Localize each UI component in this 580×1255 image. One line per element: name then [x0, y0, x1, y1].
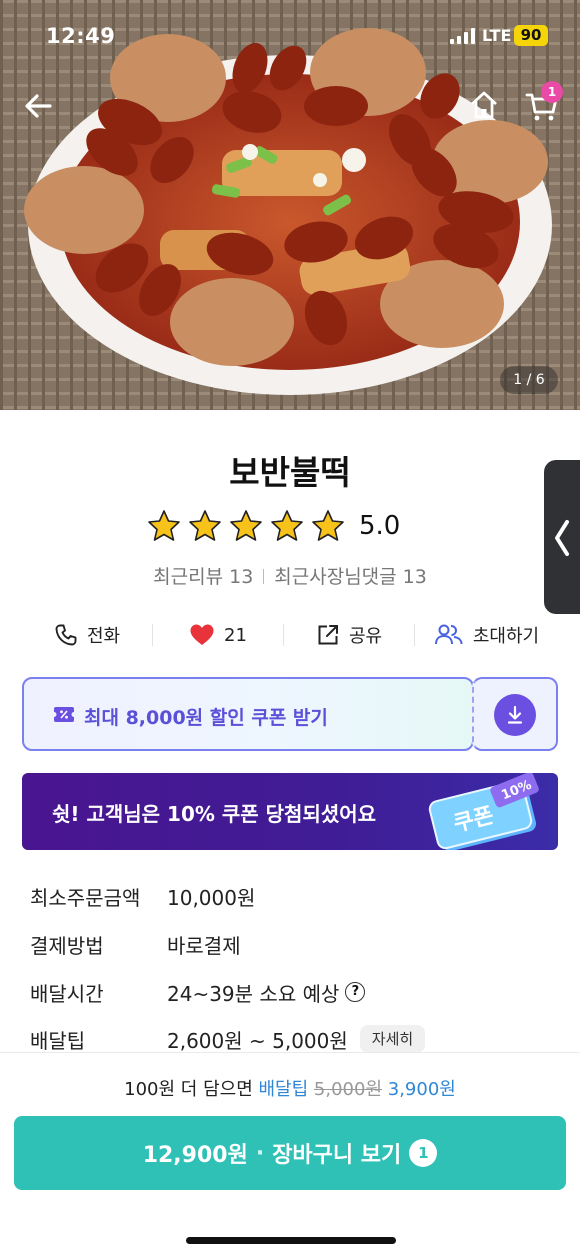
info-row-min-order: 최소주문금액 10,000원 — [30, 879, 255, 913]
download-circle — [494, 694, 536, 736]
home-indicator[interactable] — [186, 1237, 396, 1244]
divider — [263, 569, 265, 584]
cart-badge: 1 — [541, 81, 563, 103]
cart-label: 장바구니 보기 — [272, 1143, 402, 1168]
coupon-download-button[interactable] — [472, 677, 558, 751]
coupon-ticket-icon — [53, 707, 75, 722]
call-label: 전화 — [86, 626, 121, 647]
payment-value: 바로결제 — [167, 933, 241, 958]
info-row-payment: 결제방법 바로결제 — [30, 927, 241, 961]
action-bar: 전화 21 공유 초대하기 — [22, 612, 558, 658]
delivery-tip-hint: 100원 더 담으면 배달팁 5,000원 3,900원 — [0, 1075, 580, 1101]
back-arrow-icon[interactable] — [22, 90, 54, 122]
photo-counter: 1 / 6 — [500, 366, 558, 394]
star-icon — [148, 510, 180, 541]
coupon-illustration: 쿠폰 10% — [428, 773, 539, 850]
share-label: 공유 — [348, 626, 383, 647]
status-bar: 12:49 LTE 90 — [0, 0, 580, 70]
separator-dot: · — [255, 1140, 265, 1166]
share-button[interactable]: 공유 — [284, 612, 414, 658]
like-button[interactable]: 21 — [153, 612, 283, 658]
status-time: 12:49 — [46, 24, 116, 48]
delivery-time-label: 배달시간 — [30, 981, 104, 1006]
delivery-tip-label: 배달팁 — [30, 1028, 86, 1053]
star-icon — [230, 510, 262, 541]
star-icon — [271, 510, 303, 541]
coupon-card[interactable]: 최대 8,000원 할인 쿠폰 받기 — [22, 677, 558, 751]
tip-prefix: 100원 더 담으면 — [124, 1079, 253, 1100]
hero-image[interactable]: 12:49 LTE 90 1 1 / 6 — [0, 0, 580, 410]
rating-row[interactable]: 5.0 — [146, 506, 400, 546]
people-icon — [434, 624, 463, 645]
min-order-value: 10,000원 — [167, 885, 256, 910]
payment-label: 결제방법 — [30, 933, 104, 958]
battery-indicator: 90 — [514, 25, 548, 46]
signal-icon — [450, 28, 475, 44]
call-button[interactable]: 전화 — [22, 612, 152, 658]
info-row-delivery-tip: 배달팁 2,600원 ~ 5,000원 자세히 — [30, 1022, 426, 1056]
detail-button[interactable]: 자세히 — [359, 1025, 426, 1053]
delivery-tip-value: 2,600원 ~ 5,000원 — [167, 1028, 348, 1053]
promo-text: 쉿! 고객님은 10% 쿠폰 당첨되셨어요 — [52, 802, 377, 826]
rating-value: 5.0 — [359, 511, 401, 541]
network-label: LTE — [482, 26, 512, 45]
heart-icon — [190, 624, 214, 645]
tip-label: 배달팁 — [258, 1079, 309, 1100]
like-count: 21 — [224, 624, 247, 646]
promo-banner[interactable]: 쉿! 고객님은 10% 쿠폰 당첨되셨어요 쿠폰 10% — [22, 773, 558, 850]
bottom-bar: 100원 더 담으면 배달팁 5,000원 3,900원 12,900원 · 장… — [0, 1052, 580, 1255]
cart-price: 12,900원 — [142, 1143, 248, 1168]
store-name: 보반불떡 — [229, 453, 351, 492]
review-summary[interactable]: 최근리뷰 13 최근사장님댓글 13 — [0, 562, 580, 589]
info-row-delivery-time: 배달시간 24~39분 소요 예상 ? — [30, 975, 366, 1009]
recent-reviews-link[interactable]: 최근리뷰 13 — [153, 566, 253, 588]
coupon-main[interactable]: 최대 8,000원 할인 쿠폰 받기 — [22, 677, 474, 751]
tip-new-price: 3,900원 — [387, 1079, 456, 1100]
phone-icon — [55, 624, 77, 646]
cart-count-badge: 1 — [409, 1139, 438, 1167]
view-cart-button[interactable]: 12,900원 · 장바구니 보기 1 — [14, 1116, 566, 1190]
invite-label: 초대하기 — [472, 626, 540, 647]
owner-replies-link[interactable]: 최근사장님댓글 13 — [274, 566, 427, 588]
star-icon — [312, 510, 344, 541]
invite-button[interactable]: 초대하기 — [415, 612, 558, 658]
coupon-label: 최대 8,000원 할인 쿠폰 받기 — [84, 707, 328, 729]
download-icon — [507, 705, 523, 724]
tip-old-price: 5,000원 — [313, 1079, 383, 1100]
home-icon[interactable] — [468, 89, 500, 121]
help-icon[interactable]: ? — [345, 982, 366, 1002]
chevron-left-icon — [555, 520, 569, 556]
delivery-time-value: 24~39분 소요 예상 — [167, 981, 340, 1006]
star-icon — [189, 510, 221, 541]
min-order-label: 최소주문금액 — [30, 885, 141, 910]
share-icon — [318, 625, 338, 645]
